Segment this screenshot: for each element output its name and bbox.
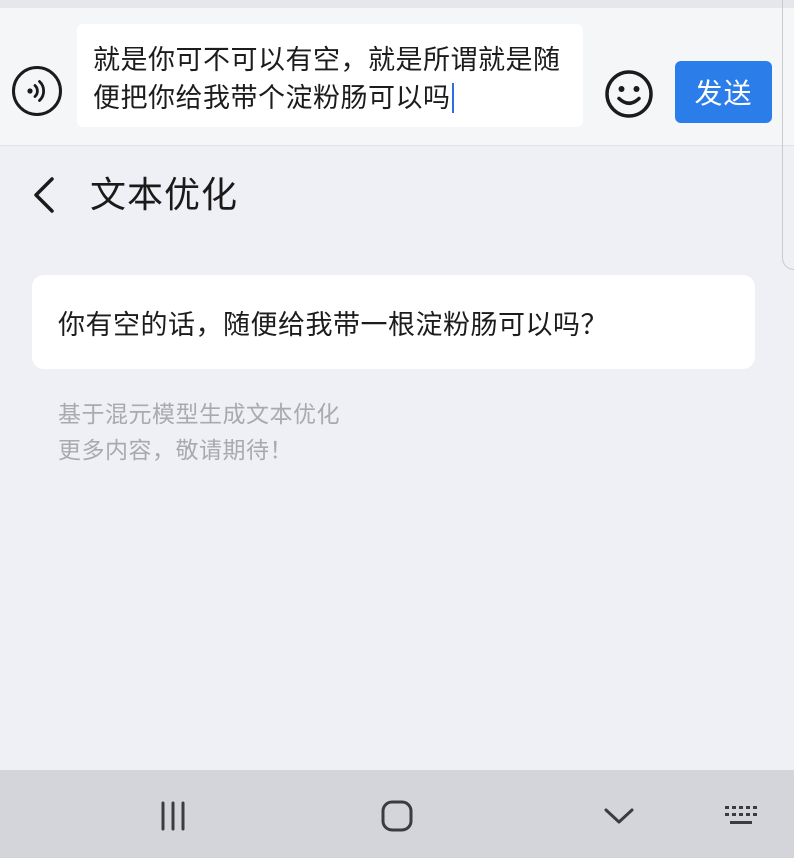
back-down-button[interactable] (598, 796, 640, 836)
footnote-line-2: 更多内容，敬请期待！ (58, 438, 293, 464)
voice-input-icon (27, 80, 46, 102)
message-input-text: 就是你可不可以有空，就是所谓就是随便把你给我带个淀粉肠可以吗 (93, 45, 561, 114)
footnote-line-1: 基于混元模型生成文本优化 (58, 402, 340, 428)
optimized-text-card[interactable]: 你有空的话，随便给我带一根淀粉肠可以吗？ (32, 275, 755, 369)
send-button[interactable]: 发送 (675, 61, 772, 123)
text-cursor (451, 83, 454, 113)
emoji-button[interactable] (603, 68, 655, 120)
footnote: 基于混元模型生成文本优化 更多内容，敬请期待！ (58, 397, 340, 469)
keyboard-icon (725, 806, 757, 824)
home-button[interactable] (374, 796, 420, 836)
screen: 就是你可不可以有空，就是所谓就是随便把你给我带个淀粉肠可以吗 发送 文本优化 你… (0, 0, 794, 858)
system-nav-bar (0, 770, 794, 858)
emoji-icon (605, 70, 653, 118)
compose-bar: 就是你可不可以有空，就是所谓就是随便把你给我带个淀粉肠可以吗 发送 (0, 8, 794, 146)
top-strip (0, 0, 794, 8)
optimized-text: 你有空的话，随便给我带一根淀粉肠可以吗？ (58, 309, 608, 341)
panel-title: 文本优化 (90, 175, 239, 216)
panel-header: 文本优化 (0, 150, 794, 240)
back-button[interactable] (26, 172, 62, 218)
message-input[interactable]: 就是你可不可以有空，就是所谓就是随便把你给我带个淀粉肠可以吗 (77, 24, 583, 127)
voice-input-button[interactable] (12, 66, 62, 116)
keyboard-button[interactable] (720, 796, 764, 836)
recent-apps-icon (161, 801, 185, 831)
recent-apps-button[interactable] (150, 796, 196, 836)
home-icon (381, 800, 413, 832)
back-chevron-icon (34, 177, 54, 213)
back-down-icon (604, 808, 634, 824)
